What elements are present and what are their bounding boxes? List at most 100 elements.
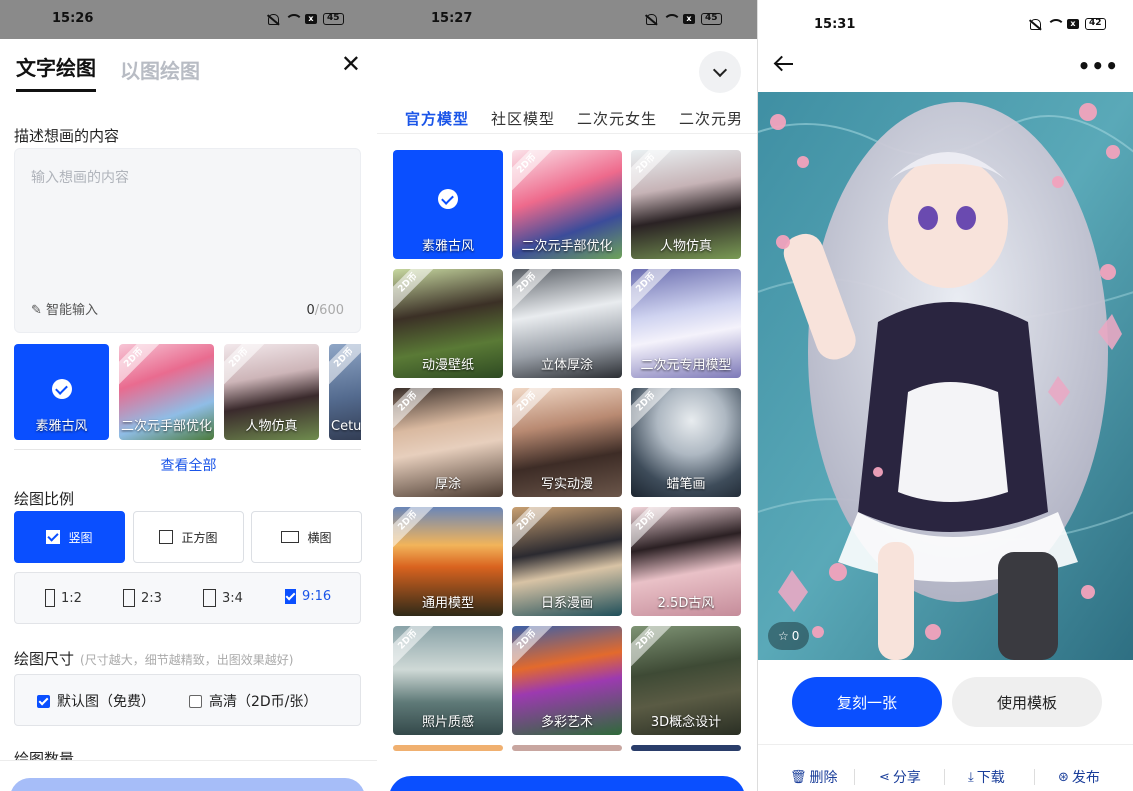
model-card[interactable]: 2D币 二次元手部优化: [512, 150, 622, 259]
view-all-link[interactable]: 查看全部: [0, 455, 377, 475]
smart-input-button[interactable]: ✎ 智能输入: [31, 299, 98, 318]
close-icon[interactable]: ✕: [341, 52, 361, 76]
model-card[interactable]: 2D币 2.5D古风: [631, 507, 741, 616]
model-card[interactable]: 2D币厚涂: [393, 388, 503, 497]
model-card[interactable]: 2D币 3D概念设计: [631, 626, 741, 735]
model-name: 多彩艺术: [540, 715, 593, 730]
tab-anime-boys[interactable]: 二次元男: [679, 108, 743, 129]
model-name: 厚涂: [434, 477, 461, 492]
model-card[interactable]: 2D币 Cetus: [329, 344, 361, 440]
use-template-button[interactable]: 使用模板: [952, 677, 1102, 727]
coin-badge: 2D币: [329, 344, 361, 389]
model-card[interactable]: 2D币 人物仿真: [631, 150, 741, 259]
tab-anime-girls[interactable]: 二次元女生: [577, 108, 657, 129]
mute-icon: [646, 13, 657, 25]
model-name: 通用模型: [421, 596, 474, 611]
checkbox-checked-icon: [46, 530, 61, 544]
ratio-option-label: 横图: [307, 530, 332, 545]
model-card[interactable]: 2D币 多彩艺术: [512, 626, 622, 735]
remake-button[interactable]: 复刻一张: [792, 677, 942, 727]
size-default-option[interactable]: 默认图（免费）: [37, 691, 155, 711]
status-icons: x 45: [268, 13, 344, 25]
size-hd-option[interactable]: 高清（2D币/张）: [189, 691, 317, 711]
coin-badge: 2D币: [393, 507, 439, 552]
ratio-option-label: 竖图: [68, 530, 93, 545]
coin-badge: 2D币: [393, 626, 439, 671]
model-card[interactable]: 2D币通用模型: [393, 507, 503, 616]
publish-button[interactable]: ⊛ 发布: [1058, 767, 1100, 787]
model-card-selected[interactable]: 素雅古风: [14, 344, 109, 440]
model-card[interactable]: [512, 745, 622, 751]
sub-ratio-1-2[interactable]: 1:2: [45, 589, 82, 607]
model-name: 二次元手部优化: [120, 419, 212, 434]
sub-ratio-3-4[interactable]: 3:4: [203, 589, 243, 607]
coin-badge: 2D币: [631, 269, 677, 314]
model-strip: 素雅古风 2D币 二次元手部优化 2D币 人物仿真 2D币 Cetus: [14, 344, 361, 440]
char-counter: 0/600: [307, 303, 344, 318]
landscape-icon: [281, 531, 300, 543]
model-card[interactable]: 2D币 二次元专用模型: [631, 269, 741, 378]
size-label: 绘图尺寸 (尺寸越大，细节越精致，出图效果越好): [14, 648, 293, 669]
status-icons: x 45: [646, 13, 722, 25]
tab-community-models[interactable]: 社区模型: [491, 108, 555, 129]
model-name: 动漫壁纸: [421, 358, 474, 373]
check-icon: [51, 378, 72, 399]
ratio-landscape-button[interactable]: 横图: [251, 511, 362, 563]
status-time: 15:31: [814, 17, 856, 32]
download-button[interactable]: ⤓ 下载: [968, 767, 1005, 787]
like-button[interactable]: ☆ 0: [768, 622, 810, 650]
status-icons: x 42: [1030, 18, 1106, 30]
wifi-icon: [285, 14, 303, 24]
ratio-portrait-button[interactable]: 竖图: [14, 511, 125, 563]
coin-badge: 2D币: [393, 388, 439, 433]
tab-image-to-image[interactable]: 以图绘图: [120, 55, 200, 92]
sub-ratio-2-3[interactable]: 2:3: [123, 589, 162, 607]
coin-badge: 2D币: [631, 388, 677, 433]
ratio-square-button[interactable]: 正方图: [133, 511, 244, 563]
separator: [944, 769, 945, 785]
result-panel: 15:31 x 42 ••• ☆ 0 复刻一张 使用模板 🗑 删除 ⋖ 分享 ⤓…: [757, 0, 1133, 791]
sim-icon: x: [1067, 19, 1079, 29]
text-to-image-panel: 15:26 x 45 文字绘图 以图绘图 ✕ 描述想画的内容 输入想画的内容 ✎…: [0, 0, 377, 791]
model-name: 素雅古风: [421, 239, 474, 254]
mute-icon: [1030, 18, 1041, 30]
sub-ratio-9-16[interactable]: 9:16: [285, 589, 331, 604]
size-selector: 默认图（免费） 高清（2D币/张）: [14, 674, 361, 726]
model-card[interactable]: 2D币 立体厚涂: [512, 269, 622, 378]
model-card[interactable]: [393, 745, 503, 751]
prompt-input[interactable]: 输入想画的内容 ✎ 智能输入 0/600: [14, 148, 361, 333]
tab-text-to-image[interactable]: 文字绘图: [16, 52, 96, 92]
checkbox-icon: [189, 694, 202, 708]
generate-button[interactable]: [10, 778, 365, 791]
model-name: 二次元手部优化: [521, 239, 613, 254]
delete-button[interactable]: 🗑 删除: [790, 767, 838, 787]
wifi-icon: [663, 14, 681, 24]
ratio-bar-icon: [203, 589, 216, 607]
more-icon[interactable]: •••: [1078, 54, 1119, 78]
collapse-button[interactable]: [699, 51, 741, 93]
share-button[interactable]: ⋖ 分享: [879, 767, 921, 787]
generated-image[interactable]: [758, 92, 1133, 660]
tab-official-models[interactable]: 官方模型: [405, 108, 469, 129]
share-icon: ⋖: [879, 769, 890, 785]
ratio-bar-icon: [123, 589, 135, 607]
model-card[interactable]: [631, 745, 741, 751]
model-card[interactable]: 2D币 照片质感: [393, 626, 503, 735]
ratio-label: 绘图比例: [14, 490, 75, 508]
model-card[interactable]: 2D币 蜡笔画: [631, 388, 741, 497]
model-card[interactable]: 2D币 写实动漫: [512, 388, 622, 497]
confirm-button[interactable]: [389, 776, 745, 791]
sub-ratio-label: 1:2: [61, 590, 82, 606]
model-card-selected[interactable]: 素雅古风: [393, 150, 503, 259]
model-card[interactable]: 2D币 二次元手部优化: [119, 344, 214, 440]
model-name: 3D概念设计: [650, 715, 722, 730]
model-card[interactable]: 2D币 人物仿真: [224, 344, 319, 440]
battery-icon: 45: [701, 13, 722, 25]
model-card[interactable]: 2D币 日系漫画: [512, 507, 622, 616]
size-option-label: 高清（2D币/张）: [209, 694, 318, 710]
status-time: 15:27: [431, 11, 473, 26]
model-card[interactable]: 2D币 动漫壁纸: [393, 269, 503, 378]
action-label: 分享: [892, 770, 921, 786]
back-arrow-icon[interactable]: [774, 56, 794, 72]
sub-ratio-label: 3:4: [222, 590, 243, 606]
